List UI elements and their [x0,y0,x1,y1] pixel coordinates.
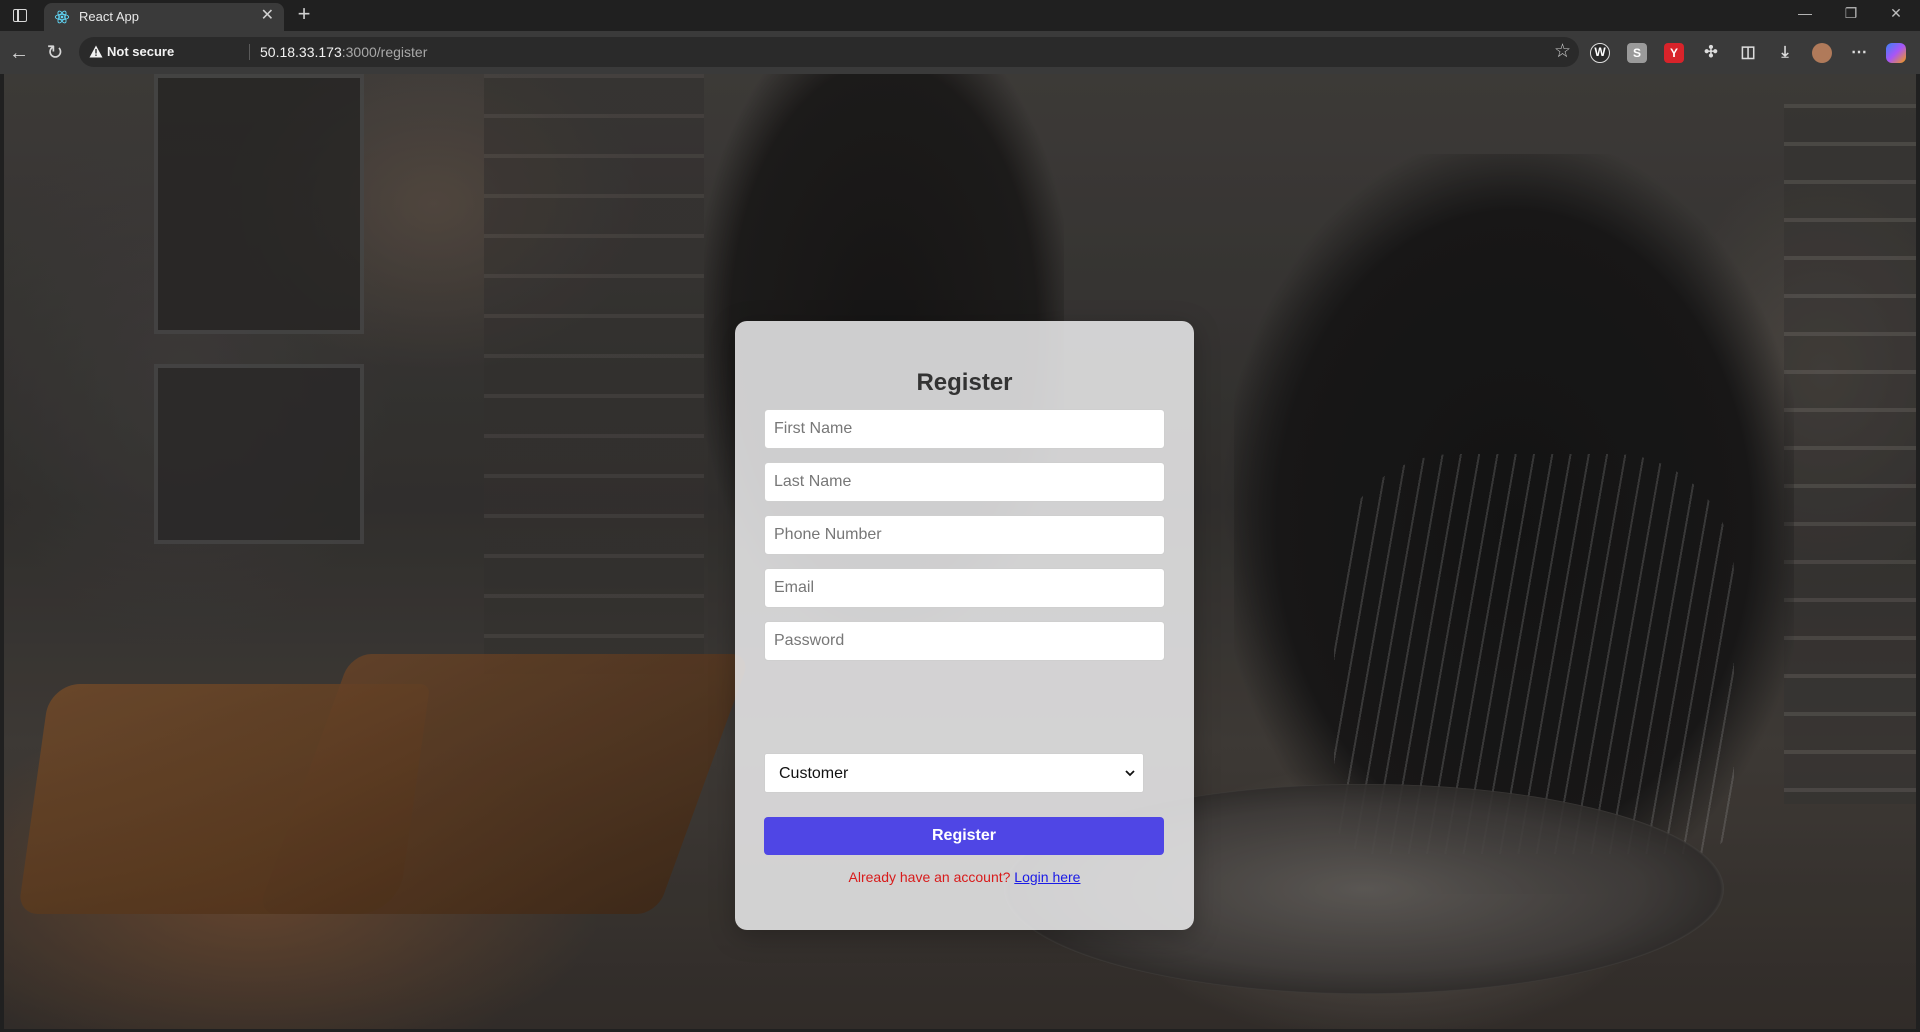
role-select-value: Customer [779,765,849,782]
login-link[interactable]: Login here [1014,869,1080,885]
star-icon[interactable]: ☆ [1554,40,1571,63]
url-text: 50.18.33.173:3000/register [260,44,427,60]
new-tab-icon[interactable]: + [292,3,316,27]
tab-actions-icon[interactable] [9,6,31,26]
register-button[interactable]: Register [764,817,1164,855]
last-name-input[interactable] [764,462,1165,502]
back-icon[interactable]: ← [5,39,33,67]
restore-icon[interactable]: ❐ [1831,5,1871,22]
extension-y-icon[interactable]: Y [1664,43,1684,63]
profile-avatar[interactable] [1812,43,1832,63]
split-screen-icon[interactable]: ◫ [1738,43,1758,63]
page-title: Register [916,369,1013,396]
password-input[interactable] [764,621,1165,661]
more-menu-icon[interactable]: ⋯ [1849,43,1869,63]
close-window-icon[interactable]: ✕ [1876,5,1916,22]
react-icon [54,10,70,24]
tab-title: React App [79,9,139,24]
url-host: 50.18.33.173 [260,44,342,60]
browser-tab[interactable]: React App ✕ [44,3,284,31]
browser-toolbar: ← ↻ Not secure 50.18.33.173:3000/registe… [0,31,1920,74]
close-tab-icon[interactable]: ✕ [261,7,274,25]
extensions-puzzle-icon[interactable]: ✣ [1701,43,1721,63]
first-name-input[interactable] [764,409,1165,449]
login-prompt: Already have an account? Login here [735,869,1194,885]
download-icon[interactable]: ⤓ [1775,43,1795,63]
reload-icon[interactable]: ↻ [41,39,69,67]
omnibox-divider [249,44,250,60]
extension-s-icon[interactable]: S [1627,43,1647,63]
phone-number-input[interactable] [764,515,1165,555]
minimize-icon[interactable]: — [1785,5,1825,21]
extension-w-icon[interactable]: W [1590,43,1610,63]
browser-tab-bar: React App ✕ + — ❐ ✕ [0,0,1920,31]
copilot-icon[interactable] [1886,43,1906,63]
login-prompt-text: Already have an account? [848,869,1011,885]
page-viewport: Register Customer Register Already have … [4,74,1916,1029]
security-label: Not secure [107,44,175,59]
register-card: Register Customer Register Already have … [735,321,1194,930]
url-path: :3000/register [341,44,428,60]
warning-icon [89,45,103,58]
role-select[interactable]: Customer [764,753,1144,793]
email-input[interactable] [764,568,1165,608]
address-bar[interactable]: Not secure 50.18.33.173:3000/register ☆ [79,37,1579,67]
chevron-down-icon [1125,770,1135,777]
